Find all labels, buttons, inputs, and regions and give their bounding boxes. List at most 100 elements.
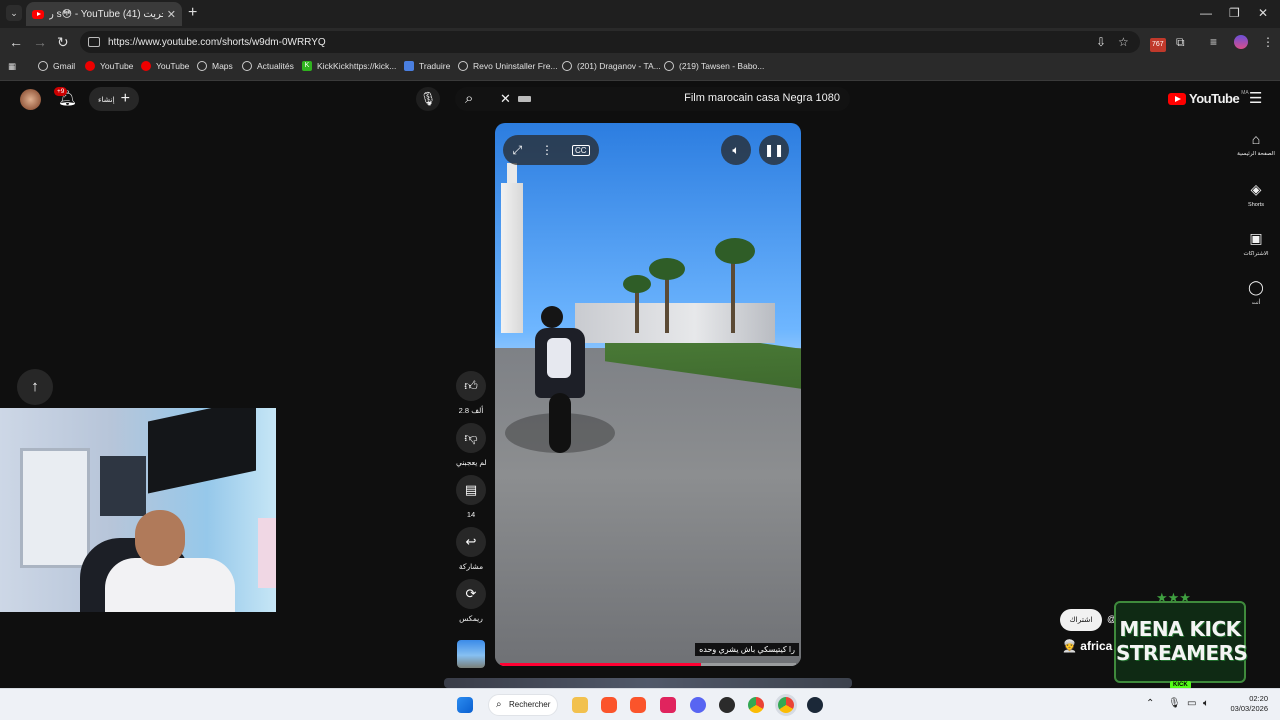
windows-start-icon[interactable] [457,697,473,713]
profile-avatar[interactable] [1234,35,1248,49]
chrome-icon[interactable] [778,697,794,713]
bookmark-youtube-1[interactable]: YouTube [85,61,133,71]
translate-icon [404,61,414,71]
closed-captions-icon[interactable]: CC [571,144,590,156]
dislike-button[interactable]: 👎︎ لم يعجبني [456,423,487,467]
chrome-canary-icon[interactable] [748,697,764,713]
brave-icon[interactable] [601,697,617,713]
taskbar-search[interactable]: ⌕ Rechercher [488,694,558,716]
palm-trunk [665,273,669,333]
channel-name[interactable]: 👳 africa [1062,639,1112,653]
pause-icon[interactable]: ❚❚ [759,135,789,165]
youtube-logo[interactable]: YouTube MA [1168,90,1249,106]
reload-icon[interactable]: ↻ [57,34,69,50]
create-button[interactable]: إنشاء + [89,87,139,111]
voice-search-icon[interactable]: 🎙︎ [416,87,440,111]
browser-tab-youtube[interactable]: ﺭ s😳 - YouTube جريت (41) 🔊 ✕ [26,2,182,26]
keyboard-icon[interactable] [518,96,531,102]
video-minaret-top [507,163,517,185]
bookmark-revo[interactable]: Revo Uninstaller Fre... [458,61,558,71]
dislike-label: لم يعجبني [456,458,487,467]
system-clock[interactable]: 02:20 03/03/2026 [1228,694,1268,714]
logo-line-2: STREAMERS [1116,641,1248,665]
more-options-icon[interactable]: ⋮ [541,143,553,157]
bookmark-gmail[interactable]: Gmail [38,61,75,71]
globe-icon [197,61,207,71]
user-avatar[interactable] [20,89,41,110]
scroll-up-button[interactable]: ↑ [17,369,53,405]
address-bar[interactable]: https://www.youtube.com/shorts/w9dm-0WRR… [80,31,1140,53]
windows-taskbar: ⌕ Rechercher ⌃ 🎙︎ ▭ 🔈︎ 02:20 03/03/2026 [0,688,1280,720]
globe-icon [242,61,252,71]
video-top-controls: ⤢ ⋮ CC [503,135,599,165]
close-window-icon[interactable]: ✕ [1258,6,1268,20]
logo-line-1: MENA KICK [1119,617,1241,641]
sidebar-item-subscriptions[interactable]: ▣ الاشتراكات [1236,230,1276,257]
share-label: مشاركة [458,562,484,571]
bookmark-draganov[interactable]: (201) Draganov - TA... [562,61,661,71]
forward-icon[interactable]: → [33,34,47,50]
share-button[interactable]: ↩ مشاركة [456,527,486,571]
back-icon[interactable]: ← [9,34,23,50]
thumbs-down-icon: 👎︎ [456,423,486,453]
globe-icon [458,61,468,71]
search-icon[interactable]: ⌕ [465,90,473,107]
discord-icon[interactable] [690,697,706,713]
browser-toolbar: ← → ↻ https://www.youtube.com/shorts/w9d… [0,28,1280,56]
tab-close-button[interactable]: ✕ [167,8,176,21]
bookmark-youtube-2[interactable]: YouTube [141,61,189,71]
minimize-icon[interactable]: — [1200,6,1212,20]
network-icon[interactable]: ▭ [1187,698,1196,709]
video-progress-bar[interactable] [500,663,796,666]
youtube-icon [85,61,95,71]
new-tab-button[interactable]: + [188,4,197,22]
video-buildings [575,303,775,343]
extension-badge[interactable]: 767 [1150,38,1166,52]
short-video-player[interactable]: ⤢ ⋮ CC 🔈︎ ❚❚ را كيتيسكي باش يشري وحده [495,123,801,666]
microphone-icon[interactable]: 🎙︎ [1168,698,1181,709]
video-caption: را كيتيسكي باش يشري وحده [695,643,799,656]
bookmarks-bar: ▦ Gmail YouTube YouTube Maps Actualités … [0,56,1280,81]
bookmark-tawsen[interactable]: (219) Tawsen - Babo... [664,61,764,71]
volume-tray-icon[interactable]: 🔈︎ [1203,698,1209,709]
bookmark-maps[interactable]: Maps [197,61,233,71]
search-input[interactable]: ⌕ ✕ Film marocain casa Negra 1080 [455,87,850,111]
bookmark-actualites[interactable]: Actualités [242,61,294,71]
apps-grid-icon[interactable]: ▦ [8,61,16,72]
sound-thumbnail[interactable] [457,640,485,668]
mena-kick-streamers-logo: ★★★ MENA KICK STREAMERS KICK [1114,590,1248,689]
comments-button[interactable]: ▤ 14 [456,475,486,519]
palm-leaves [715,238,755,264]
site-info-icon[interactable] [88,37,100,47]
fullscreen-icon[interactable]: ⤢ [512,143,522,158]
sidebar-item-you[interactable]: ◯ أنت [1236,279,1276,306]
tab-list-button[interactable]: ⌄ [6,5,22,21]
app-icon[interactable] [660,697,676,713]
clear-search-icon[interactable]: ✕ [500,91,511,107]
sidebar-item-home[interactable]: ⌂ الصفحة الرئيسية [1236,131,1276,157]
bookmark-star-icon[interactable]: ☆ [1118,35,1129,49]
extensions-icon[interactable]: ⧉ [1176,35,1185,49]
next-short-preview[interactable] [444,678,852,688]
restore-icon[interactable]: ❐ [1229,6,1240,20]
file-explorer-icon[interactable] [572,697,588,713]
obs-icon[interactable] [719,697,735,713]
steam-icon[interactable] [807,697,823,713]
remix-button[interactable]: ⟳ ريمكس [456,579,486,623]
guide-menu-icon[interactable]: ☰ [1249,89,1262,107]
remix-label: ريمكس [459,614,483,623]
thumbs-up-icon: 👍︎ [456,371,486,401]
install-app-icon[interactable]: ⇩ [1096,35,1106,49]
sidebar-item-label: الاشتراكات [1243,251,1269,257]
like-button[interactable]: 👍︎ 2.8 ألف [456,371,486,415]
sidebar-item-shorts[interactable]: ◈ Shorts [1236,181,1276,208]
bookmark-traduire[interactable]: Traduire [404,61,450,71]
subscribe-button[interactable]: اشتراك [1060,609,1102,631]
bookmark-kick[interactable]: K KickKickhttps://kick... [302,61,396,71]
media-controls-icon[interactable]: ≡ [1210,35,1217,49]
tray-chevron-icon[interactable]: ⌃ [1146,698,1154,709]
volume-icon[interactable]: 🔈︎ [721,135,751,165]
menu-kebab-icon[interactable]: ⋮ [1262,35,1274,49]
brave-beta-icon[interactable] [630,697,646,713]
tab-title: ﺭ s😳 - YouTube جريت (41) 🔊 [49,8,163,20]
